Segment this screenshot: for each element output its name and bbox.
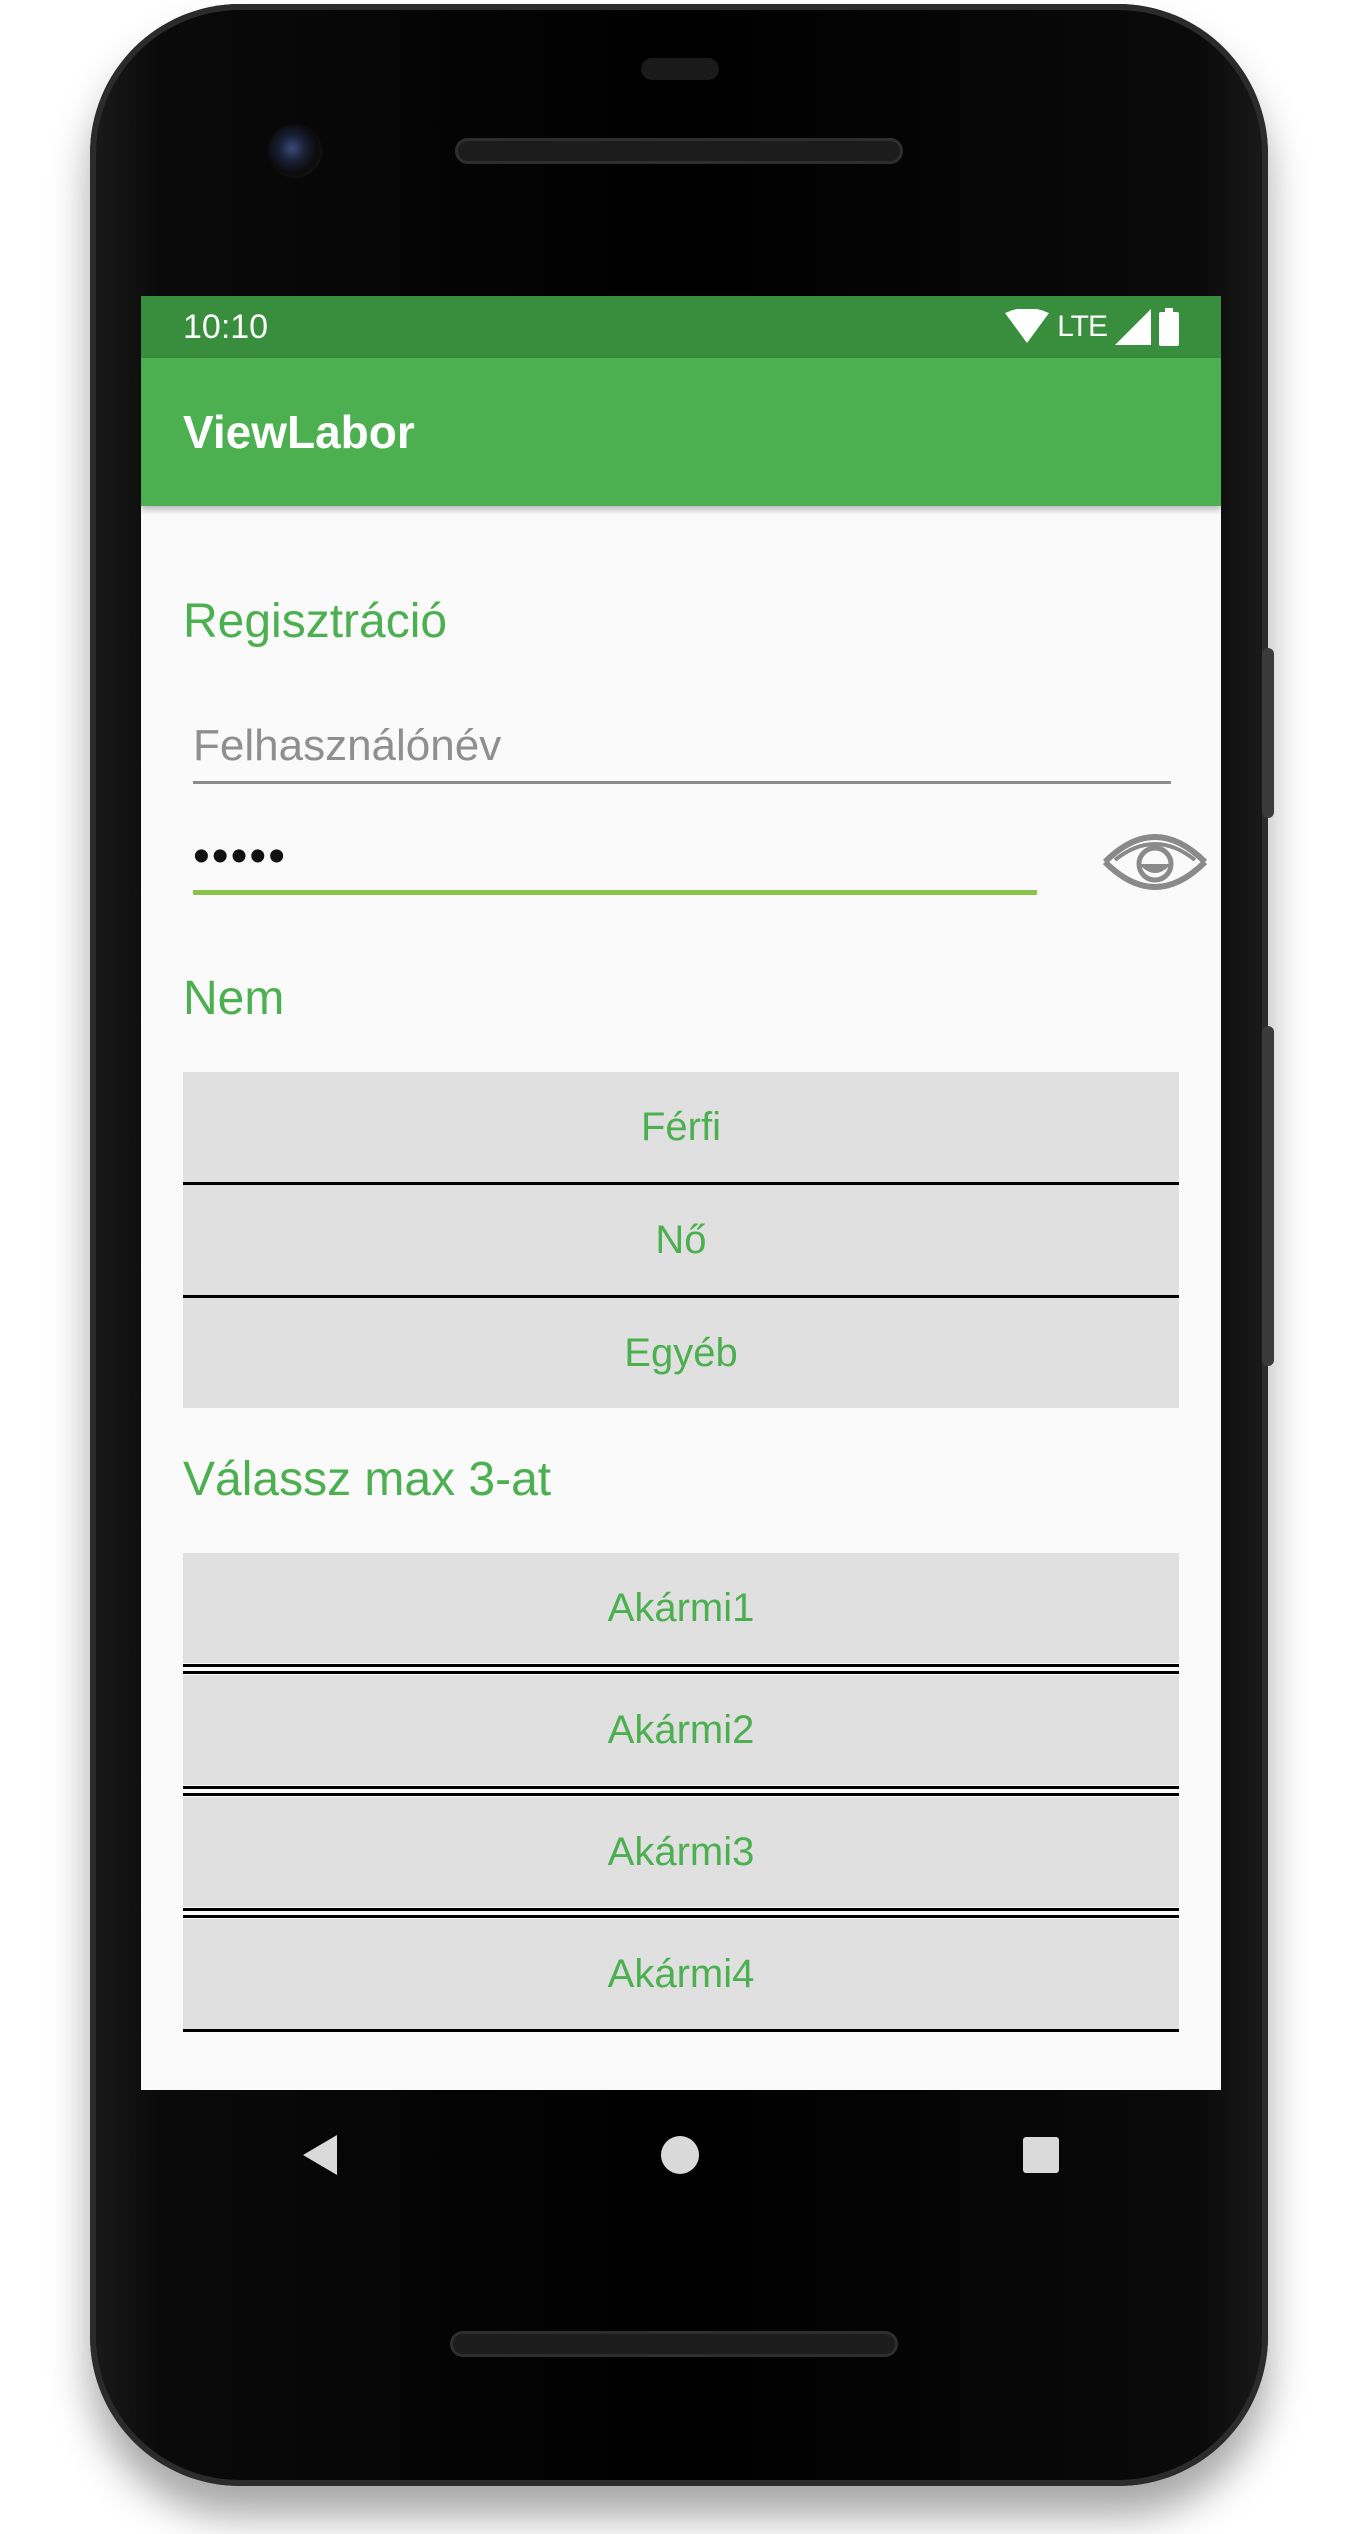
front-camera — [268, 124, 322, 178]
choice-option-4[interactable]: Akármi4 — [183, 1919, 1179, 2029]
eye-icon[interactable] — [1101, 826, 1209, 898]
username-input[interactable]: Felhasználónév — [193, 721, 1171, 784]
password-row: ••••• — [183, 833, 1208, 895]
status-time: 10:10 — [183, 307, 269, 346]
navigation-bar — [141, 2090, 1221, 2220]
divider — [183, 1663, 1179, 1675]
choice-option-2[interactable]: Akármi2 — [183, 1675, 1179, 1785]
screen: 10:10 LTE ViewLabor Regisztráció Felhasz… — [141, 296, 1221, 2090]
choice-toggle-group: Akármi1 Akármi2 Akármi3 Akármi4 — [183, 1553, 1179, 2032]
network-type: LTE — [1057, 310, 1108, 343]
registration-title: Regisztráció — [183, 595, 448, 648]
password-input[interactable]: ••••• — [193, 833, 1037, 895]
gender-option-egyeb[interactable]: Egyéb — [183, 1298, 1179, 1408]
back-icon[interactable] — [303, 2135, 337, 2175]
signal-icon — [1115, 309, 1151, 345]
registration-form: Regisztráció Felhasználónév ••••• Nem Fé… — [141, 594, 1221, 2032]
home-icon[interactable] — [661, 2136, 699, 2174]
choice-title: Válassz max 3-at — [183, 1453, 552, 1506]
divider — [183, 1907, 1179, 1919]
status-icons: LTE — [1005, 308, 1179, 346]
wifi-icon — [1005, 309, 1050, 343]
gender-title: Nem — [183, 972, 285, 1025]
divider — [183, 1785, 1179, 1797]
gender-radio-group: Férfi Nő Egyéb — [183, 1072, 1179, 1408]
bottom-speaker — [450, 2331, 898, 2357]
app-title: ViewLabor — [183, 406, 415, 458]
gender-option-ferfi[interactable]: Férfi — [183, 1072, 1179, 1182]
top-speaker — [455, 138, 903, 164]
app-bar: ViewLabor — [141, 358, 1221, 506]
divider — [183, 2029, 1179, 2032]
choice-option-1[interactable]: Akármi1 — [183, 1553, 1179, 1663]
gender-option-no[interactable]: Nő — [183, 1185, 1179, 1295]
choice-option-3[interactable]: Akármi3 — [183, 1797, 1179, 1907]
earpiece — [641, 58, 719, 80]
battery-icon — [1159, 308, 1179, 346]
recents-icon[interactable] — [1023, 2137, 1059, 2173]
volume-button — [1262, 1026, 1274, 1366]
power-button — [1262, 648, 1274, 818]
status-bar: 10:10 LTE — [141, 296, 1221, 358]
